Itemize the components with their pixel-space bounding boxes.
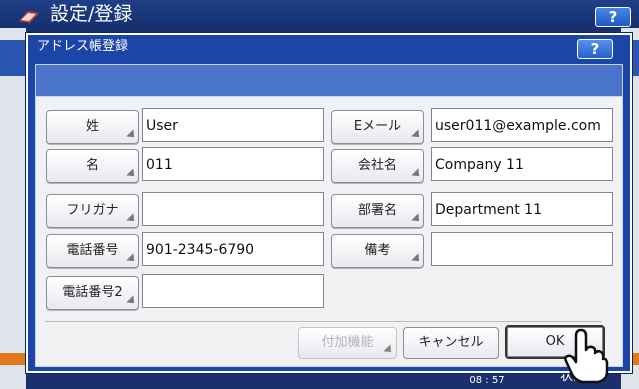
- last-name-label: 姓: [85, 119, 99, 134]
- corner-arrow-icon: [126, 295, 138, 307]
- phone-label: 電話番号: [66, 243, 119, 258]
- last-name-button[interactable]: 姓: [46, 110, 139, 144]
- cancel-label: キャンセル: [418, 335, 484, 350]
- phone-button[interactable]: 電話番号: [46, 234, 139, 268]
- dialog-title: アドレス帳登録: [37, 39, 129, 54]
- corner-arrow-icon: [383, 344, 395, 356]
- email-field[interactable]: user011@example.com: [431, 108, 613, 142]
- pointing-hand-icon: [564, 328, 609, 384]
- furigana-label: フリガナ: [66, 203, 119, 218]
- phone2-label: 電話番号2: [62, 285, 123, 300]
- notes-field[interactable]: [431, 232, 613, 266]
- email-label: Eメール: [353, 119, 402, 134]
- first-name-label: 名: [85, 158, 99, 173]
- cancel-button[interactable]: キャンセル: [403, 327, 499, 359]
- corner-arrow-icon: [411, 168, 423, 180]
- last-name-field[interactable]: User: [142, 108, 324, 142]
- department-button[interactable]: 部署名: [331, 194, 424, 228]
- corner-arrow-icon: [126, 253, 138, 265]
- company-field[interactable]: Company 11: [431, 147, 613, 181]
- phone2-field[interactable]: [142, 274, 324, 308]
- phone-field[interactable]: 901-2345-6790: [142, 232, 324, 266]
- extra-function-label: 付加機能: [321, 335, 374, 350]
- dialog-help-button[interactable]: ?: [577, 39, 613, 59]
- corner-arrow-icon: [126, 168, 138, 180]
- corner-arrow-icon: [411, 213, 423, 225]
- extra-function-button[interactable]: 付加機能: [298, 327, 397, 359]
- settings-book-icon: [19, 11, 39, 23]
- top-help-button[interactable]: ?: [595, 7, 631, 27]
- top-bar: 設定/登録 ?: [0, 0, 639, 28]
- divider: [45, 321, 602, 322]
- corner-arrow-icon: [411, 129, 423, 141]
- notes-button[interactable]: 備考: [331, 234, 424, 268]
- email-button[interactable]: Eメール: [331, 110, 424, 144]
- department-field[interactable]: Department 11: [431, 192, 613, 226]
- corner-arrow-icon: [126, 129, 138, 141]
- company-button[interactable]: 会社名: [331, 149, 424, 183]
- furigana-field[interactable]: [142, 192, 324, 226]
- left-background-strip: [0, 28, 26, 389]
- corner-arrow-icon: [126, 213, 138, 225]
- first-name-field[interactable]: 011: [142, 147, 324, 181]
- department-label: 部署名: [357, 203, 397, 218]
- notes-label: 備考: [364, 243, 391, 258]
- page-title: 設定/登録: [50, 3, 133, 25]
- first-name-button[interactable]: 名: [46, 149, 139, 183]
- furigana-button[interactable]: フリガナ: [46, 194, 139, 228]
- corner-arrow-icon: [411, 253, 423, 265]
- company-label: 会社名: [357, 158, 397, 173]
- phone2-button[interactable]: 電話番号2: [46, 276, 139, 310]
- status-time: 08 : 57: [469, 375, 505, 386]
